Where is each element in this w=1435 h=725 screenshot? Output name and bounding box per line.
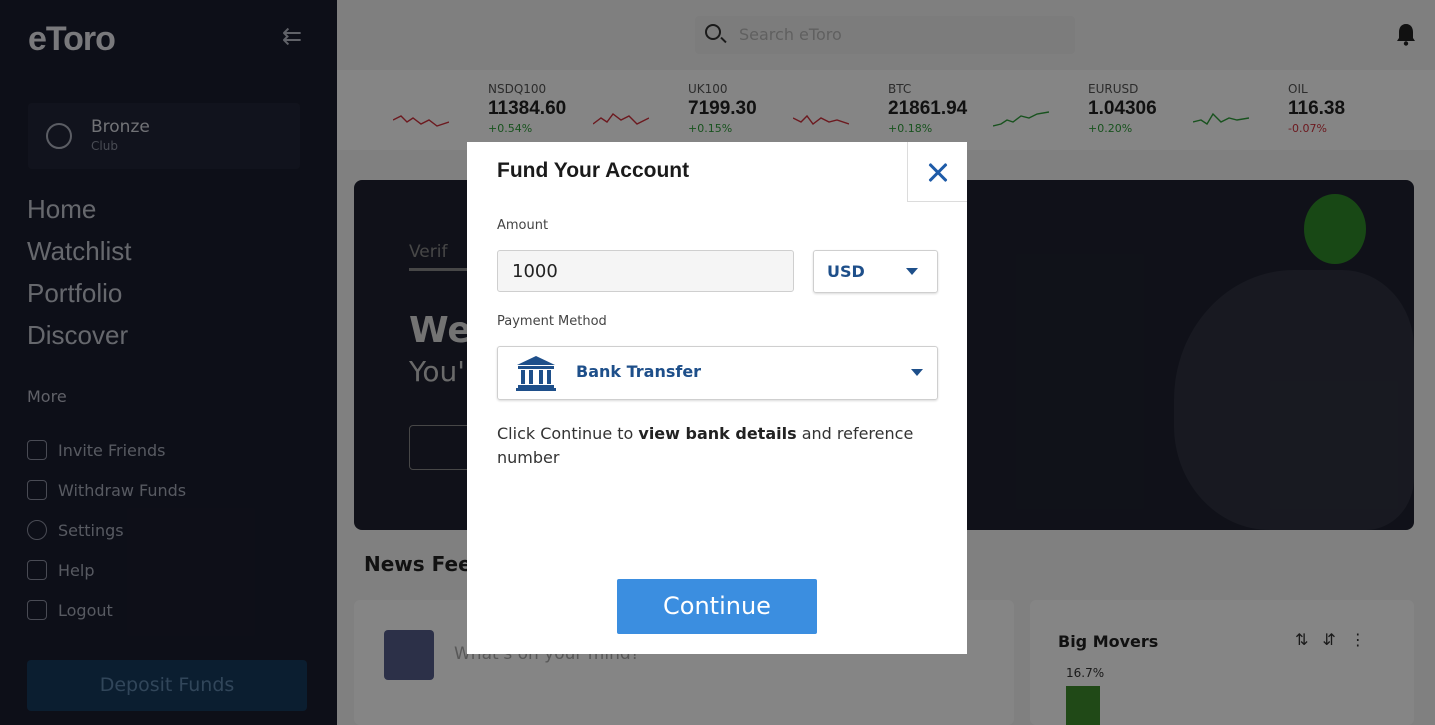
currency-select[interactable]: USD bbox=[813, 250, 938, 293]
payment-method-select[interactable]: Bank Transfer bbox=[497, 346, 938, 400]
payment-method-label: Payment Method bbox=[497, 314, 607, 329]
info-bold: view bank details bbox=[638, 424, 797, 443]
fund-account-modal: Fund Your Account Amount USD Payment Met… bbox=[467, 142, 967, 654]
amount-label: Amount bbox=[497, 218, 549, 233]
continue-button[interactable]: Continue bbox=[617, 579, 817, 634]
currency-value: USD bbox=[827, 262, 865, 281]
chevron-down-icon bbox=[906, 268, 918, 275]
bank-details-instructions: Click Continue to view bank details and … bbox=[497, 422, 917, 470]
info-prefix: Click Continue to bbox=[497, 424, 639, 443]
payment-method-value: Bank Transfer bbox=[576, 362, 702, 381]
bank-icon bbox=[516, 356, 556, 391]
modal-title: Fund Your Account bbox=[497, 159, 690, 182]
chevron-down-icon bbox=[911, 369, 923, 376]
amount-field[interactable] bbox=[497, 250, 794, 292]
close-icon[interactable] bbox=[907, 142, 967, 202]
